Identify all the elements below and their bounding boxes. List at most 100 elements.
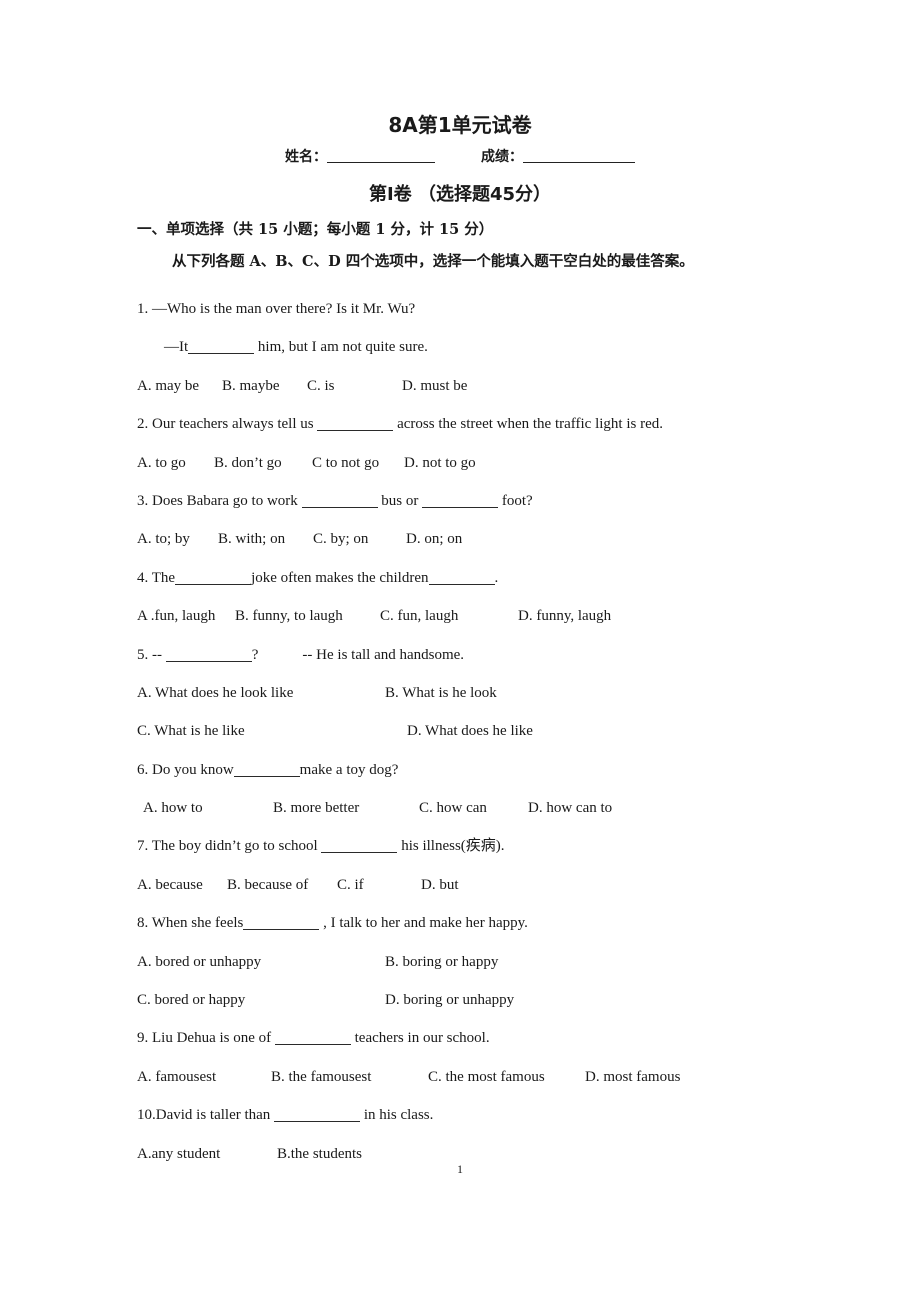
q5-option-c[interactable]: C. What is he like [137, 718, 407, 744]
q5-option-d[interactable]: D. What does he like [407, 718, 533, 744]
page-title: 8A第1单元试卷 [388, 113, 532, 137]
q9-option-a[interactable]: A. famousest [137, 1064, 271, 1090]
q7-option-a[interactable]: A. because [137, 872, 227, 898]
q6-option-b[interactable]: B. more better [273, 795, 419, 821]
q1-option-b[interactable]: B. maybe [222, 373, 307, 399]
question-3-options: A. to; by B. with; on C. by; on D. on; on [137, 526, 837, 564]
q5-answer-blank[interactable] [165, 648, 252, 662]
part-title: 第I卷 （选择题45分） [368, 184, 551, 205]
q4-stem-post: . [494, 569, 499, 586]
q6-stem-pre: 6. Do you know [137, 761, 234, 778]
q9-stem-post: teachers in our school. [354, 1030, 490, 1047]
name-label: 姓名： [285, 149, 327, 165]
question-2-options: A. to go B. don’t go C to not go D. not to … [137, 450, 837, 488]
q1-option-a[interactable]: A. may be [137, 373, 222, 399]
q6-option-a[interactable]: A. how to [143, 795, 273, 821]
question-5-options-row-2: C. What is he like D. What does he like [137, 718, 837, 756]
q3-answer-blank-1[interactable] [301, 494, 378, 508]
q4-option-d[interactable]: D. funny, laugh [518, 603, 611, 629]
question-7-stem: 7. The boy didn’t go to school his illne… [137, 833, 837, 871]
q7-option-d[interactable]: D. but [421, 872, 459, 898]
q4-stem-mid: joke often makes the children [251, 569, 429, 586]
questions-body: 1. —Who is the man over there? Is it Mr.… [137, 296, 837, 1179]
q9-option-d[interactable]: D. most famous [585, 1064, 680, 1090]
q7-stem-post: his illness(疾病). [401, 838, 505, 855]
q4-option-a[interactable]: A .fun, laugh [137, 603, 235, 629]
q6-option-c[interactable]: C. how can [419, 795, 528, 821]
question-1-stem-line-1: 1. —Who is the man over there? Is it Mr.… [137, 296, 837, 334]
q1-stem-b-post: him, but I am not quite sure. [257, 339, 428, 356]
q1-stem-a: 1. —Who is the man over there? Is it Mr.… [137, 301, 416, 317]
question-8-options-row-2: C. bored or happy D. boring or unhappy [137, 987, 837, 1025]
q7-answer-blank[interactable] [321, 839, 398, 854]
q1-stem-b-pre: —It [164, 339, 189, 356]
section-instruction: 从下列各题 A、B、C、D 四个选项中，选择一个能填入题干空白处的最佳答案。 [172, 253, 694, 270]
q10-stem-pre: 10.David is taller than [137, 1107, 271, 1124]
question-9-stem: 9. Liu Dehua is one of teachers in our s… [137, 1025, 837, 1063]
q1-option-d[interactable]: D. must be [402, 373, 467, 399]
q2-stem-pre: 2. Our teachers always tell us [137, 416, 314, 433]
q1-answer-blank[interactable] [188, 340, 255, 355]
question-4-stem: 4. The joke often makes the children. [137, 565, 837, 603]
question-8-options-row-1: A. bored or unhappy B. boring or happy [137, 949, 837, 987]
score-blank-field[interactable] [523, 148, 635, 163]
question-10-stem: 10.David is taller than in his class. [137, 1102, 837, 1140]
exam-page: 8A第1单元试卷 姓名： 成绩： 第I卷 （选择题45分） 一、单项选择（共 15… [0, 0, 920, 1302]
q5-stem-answer: -- He is tall and handsome. [302, 646, 465, 663]
q7-stem-pre: 7. The boy didn’t go to school [137, 838, 318, 855]
question-7-options: A. because B. because of C. if D. but [137, 872, 837, 910]
q8-stem-pre: 8. When she feels [137, 915, 244, 932]
q2-answer-blank[interactable] [317, 417, 394, 432]
q8-option-a[interactable]: A. bored or unhappy [137, 949, 385, 975]
q10-answer-blank[interactable] [274, 1108, 361, 1123]
q3-stem-mid: bus or [381, 492, 419, 509]
q5-option-a[interactable]: A. What does he look like [137, 680, 385, 706]
q6-option-d[interactable]: D. how can to [528, 795, 612, 821]
q9-answer-blank[interactable] [274, 1031, 351, 1046]
question-9-options: A. famousest B. the famousest C. the most … [137, 1064, 837, 1102]
q5-option-b[interactable]: B. What is he look [385, 680, 497, 706]
q3-option-b[interactable]: B. with; on [218, 526, 313, 552]
q7-option-c[interactable]: C. if [337, 872, 421, 898]
q10-stem-post: in his class. [363, 1107, 434, 1124]
q8-answer-blank[interactable] [243, 916, 320, 931]
q4-answer-blank-2[interactable] [428, 571, 495, 585]
q2-option-d[interactable]: D. not to go [404, 450, 476, 476]
q3-option-a[interactable]: A. to; by [137, 526, 218, 552]
question-1-stem-line-2: —It him, but I am not quite sure. [137, 334, 837, 372]
q4-answer-blank-1[interactable] [175, 571, 252, 585]
question-8-stem: 8. When she feels , I talk to her and ma… [137, 910, 837, 948]
q8-option-b[interactable]: B. boring or happy [385, 949, 498, 975]
question-2-stem: 2. Our teachers always tell us across th… [137, 411, 837, 449]
q4-option-b[interactable]: B. funny, to laugh [235, 603, 380, 629]
page-number: 1 [457, 1162, 463, 1176]
question-1-options: A. may be B. maybe C. is D. must be [137, 373, 837, 411]
question-3-stem: 3. Does Babara go to work bus or foot? [137, 488, 837, 526]
q6-answer-blank[interactable] [233, 763, 300, 777]
question-5-options-row-1: A. What does he look like B. What is he l… [137, 680, 837, 718]
q3-stem-pre: 3. Does Babara go to work [137, 492, 298, 509]
q9-option-b[interactable]: B. the famousest [271, 1064, 428, 1090]
score-label: 成绩： [481, 149, 523, 165]
q8-stem-post: , I talk to her and make her happy. [323, 915, 528, 932]
q1-option-c[interactable]: C. is [307, 373, 402, 399]
q2-option-b[interactable]: B. don’t go [214, 450, 312, 476]
q3-answer-blank-2[interactable] [422, 494, 499, 508]
q4-option-c[interactable]: C. fun, laugh [380, 603, 518, 629]
section-heading: 一、单项选择（共 15 小题；每小题 1 分，计 15 分） [137, 221, 494, 238]
name-blank-field[interactable] [327, 148, 435, 163]
q5-stem-pre: 5. -- [137, 646, 162, 663]
q3-option-c[interactable]: C. by; on [313, 526, 406, 552]
q2-option-a[interactable]: A. to go [137, 450, 214, 476]
q2-option-c[interactable]: C to not go [312, 450, 404, 476]
q8-option-d[interactable]: D. boring or unhappy [385, 987, 514, 1013]
q3-option-d[interactable]: D. on; on [406, 526, 462, 552]
q4-stem-pre: 4. The [137, 569, 176, 586]
question-6-stem: 6. Do you know make a toy dog? [137, 757, 837, 795]
q8-option-c[interactable]: C. bored or happy [137, 987, 385, 1013]
name-and-score-row: 姓名： 成绩： [0, 146, 920, 168]
question-6-options: A. how to B. more better C. how can D. how … [137, 795, 837, 833]
q7-option-b[interactable]: B. because of [227, 872, 337, 898]
q9-stem-pre: 9. Liu Dehua is one of [137, 1030, 272, 1047]
q9-option-c[interactable]: C. the most famous [428, 1064, 585, 1090]
